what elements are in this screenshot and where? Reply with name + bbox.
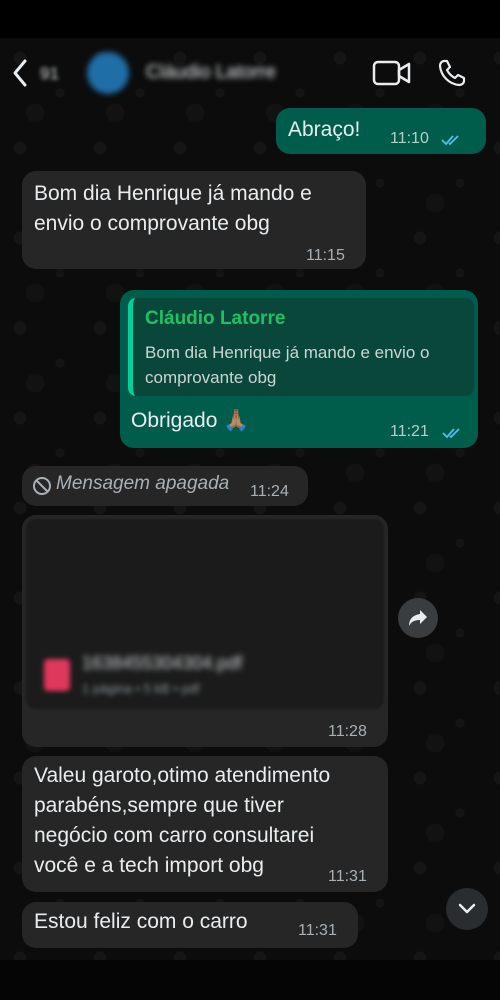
- message-text: Abraço!: [288, 118, 361, 141]
- message-time: 11:10: [390, 130, 429, 147]
- video-camera-icon: [372, 60, 411, 86]
- quote-text-line: Bom dia Henrique já mando e envio o: [145, 343, 430, 362]
- unread-count: 91: [40, 64, 59, 83]
- message-bubble-incoming[interactable]: Valeu garoto,otimo atendimento parabéns,…: [22, 756, 388, 892]
- quote-text-line: comprovante obg: [145, 368, 277, 387]
- message-time: 11:15: [306, 247, 345, 264]
- message-text-line: parabéns,sempre que tiver: [34, 794, 284, 817]
- bottom-bar: [0, 960, 500, 1000]
- double-check-icon: [441, 135, 459, 146]
- chevron-left-icon: [13, 59, 27, 87]
- chat-header: 91 Cláudio Latorre: [0, 38, 500, 108]
- message-time: 11:21: [390, 423, 429, 440]
- quoted-message[interactable]: Cláudio Latorre Bom dia Henrique já mand…: [128, 298, 474, 396]
- message-bubble-incoming[interactable]: Estou feliz com o carro 11:31: [22, 902, 358, 948]
- chevron-down-icon: [458, 903, 476, 914]
- message-text: Obrigado 🙏🏽: [131, 409, 250, 432]
- voice-call-button[interactable]: [437, 58, 467, 88]
- pdf-file-icon: [44, 659, 70, 691]
- message-bubble-document[interactable]: 1638455304304.pdf 1 página • 5 kB • pdf …: [22, 515, 388, 747]
- scroll-to-bottom-button[interactable]: [446, 888, 488, 930]
- message-bubble-outgoing-reply[interactable]: Cláudio Latorre Bom dia Henrique já mand…: [120, 290, 478, 448]
- video-call-button[interactable]: [372, 59, 412, 87]
- avatar[interactable]: [87, 52, 129, 94]
- blocked-icon: [33, 477, 51, 495]
- quote-text: Bom dia Henrique já mando e envio o comp…: [145, 340, 475, 390]
- message-bubble-deleted[interactable]: Mensagem apagada 11:24: [22, 466, 308, 506]
- deleted-message-text: Mensagem apagada: [56, 473, 230, 494]
- message-text-line: você e a tech import obg: [34, 854, 264, 877]
- message-bubble-outgoing[interactable]: Abraço! 11:10: [276, 108, 486, 154]
- double-check-icon: [442, 428, 460, 439]
- document-preview[interactable]: 1638455304304.pdf 1 página • 5 kB • pdf: [26, 519, 384, 709]
- back-button[interactable]: [10, 58, 34, 88]
- message-text: Estou feliz com o carro: [34, 910, 248, 933]
- message-time: 11:24: [250, 483, 289, 500]
- quote-author: Cláudio Latorre: [145, 308, 286, 329]
- contact-name[interactable]: Cláudio Latorre: [146, 62, 276, 84]
- message-bubble-incoming[interactable]: Bom dia Henrique já mando e envio o comp…: [22, 171, 366, 269]
- message-text-line: Bom dia Henrique já mando e: [34, 182, 312, 205]
- message-time: 11:31: [328, 868, 367, 885]
- forward-button[interactable]: [398, 598, 438, 638]
- message-text-line: Valeu garoto,otimo atendimento: [34, 764, 331, 787]
- document-meta: 1 página • 5 kB • pdf: [82, 681, 200, 696]
- document-file-name: 1638455304304.pdf: [82, 653, 243, 673]
- phone-icon: [438, 59, 466, 87]
- forward-icon: [409, 610, 427, 626]
- message-text-line: negócio com carro consultarei: [34, 824, 315, 847]
- message-time: 11:28: [328, 723, 367, 740]
- status-bar: [0, 0, 500, 38]
- message-time: 11:31: [298, 922, 337, 939]
- message-text-line: envio o comprovante obg: [34, 212, 270, 235]
